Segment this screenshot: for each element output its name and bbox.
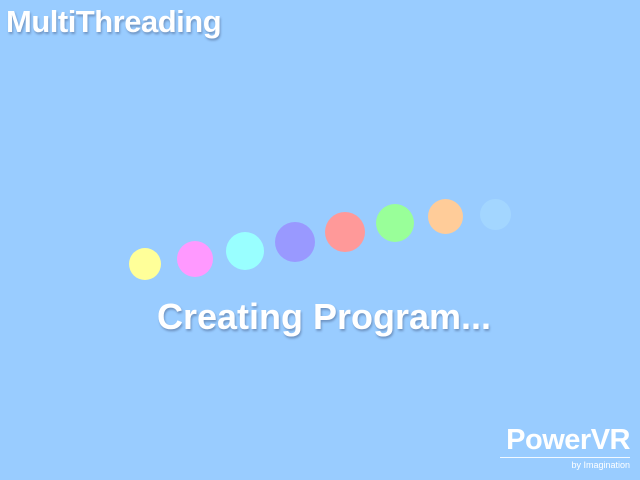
app-title: MultiThreading: [6, 4, 222, 39]
loading-dots: [0, 0, 640, 480]
loading-dot: [480, 199, 511, 230]
logo-divider: [500, 457, 630, 458]
logo-wordmark: PowerVR: [506, 424, 630, 456]
powervr-logo: PowerVR by Imagination: [500, 424, 631, 470]
loading-dot: [129, 248, 161, 280]
loading-dot: [428, 199, 463, 234]
loading-dot: [275, 222, 315, 262]
loading-dot: [325, 212, 365, 252]
loading-status-text: Creating Program...: [156, 296, 492, 337]
loading-dot: [376, 204, 414, 242]
loading-dot: [177, 241, 213, 277]
logo-subtext: by Imagination: [571, 460, 630, 470]
loading-dot: [226, 232, 264, 270]
